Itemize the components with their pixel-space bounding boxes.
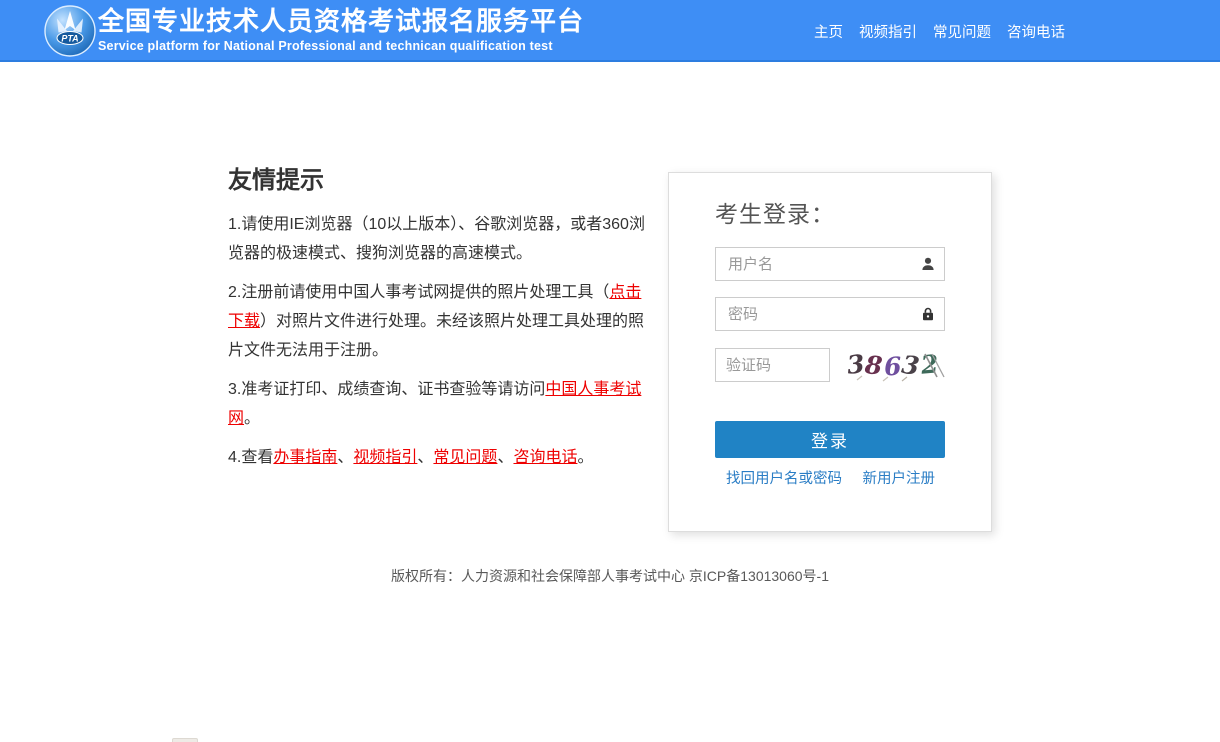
captcha-image[interactable]: 38632 [845,347,945,383]
username-input[interactable] [715,247,945,281]
header-nav: 主页 视频指引 常见问题 咨询电话 [814,0,1065,62]
recover-account-link[interactable]: 找回用户名或密码 [726,467,842,488]
tips-heading: 友情提示 [228,166,650,196]
tip-link[interactable]: 视频指引 [353,449,417,466]
pta-logo[interactable]: PTA [44,5,96,57]
tip-text: 1.请使用IE浏览器（10以上版本）、谷歌浏览器，或者360浏览器的极速模式、搜… [228,216,645,262]
login-links: 找回用户名或密码 新用户注册 [715,467,945,488]
captcha-input[interactable] [715,348,830,382]
app-header: PTA 全国专业技术人员资格考试报名服务平台 Service platform … [0,0,1220,62]
tip-paragraph: 3.准考证打印、成绩查询、证书查验等请访问中国人事考试网。 [228,375,650,433]
tip-paragraph: 1.请使用IE浏览器（10以上版本）、谷歌浏览器，或者360浏览器的极速模式、搜… [228,210,650,268]
login-button[interactable]: 登录 [715,421,945,458]
tip-paragraph: 2.注册前请使用中国人事考试网提供的照片处理工具（点击下载）对照片文件进行处理。… [228,278,650,365]
cutoff-element-fragment [172,738,198,742]
tip-paragraph: 4.查看办事指南、视频指引、常见问题、咨询电话。 [228,443,650,472]
tip-text: 4.查看 [228,449,273,466]
tips-section: 友情提示 1.请使用IE浏览器（10以上版本）、谷歌浏览器，或者360浏览器的极… [228,166,650,482]
page-subtitle: Service platform for National Profession… [98,39,584,53]
tip-link[interactable]: 咨询电话 [513,449,577,466]
footer-copyright: 版权所有：人力资源和社会保障部人事考试中心 京ICP备13013060号-1 [0,568,1220,585]
user-icon [920,256,936,272]
password-input[interactable] [715,297,945,331]
captcha-char: 3 [900,350,922,381]
tip-text: 2.注册前请使用中国人事考试网提供的照片处理工具（ [228,284,609,301]
captcha-chars: 38632 [847,350,939,379]
nav-video-guide[interactable]: 视频指引 [859,21,917,42]
page-title: 全国专业技术人员资格考试报名服务平台 [98,6,584,37]
register-link[interactable]: 新用户注册 [863,467,936,488]
username-field-wrap [715,247,945,281]
captcha-row: 38632 [715,347,945,383]
nav-phone[interactable]: 咨询电话 [1007,21,1065,42]
tip-text: ）对照片文件进行处理。未经该照片处理工具处理的照片文件无法用于注册。 [228,313,644,359]
login-heading: 考生登录： [715,197,945,231]
tip-text: 。 [244,410,260,427]
tip-text: 3.准考证打印、成绩查询、证书查验等请访问 [228,381,545,398]
tip-link[interactable]: 常见问题 [433,449,497,466]
title-block: 全国专业技术人员资格考试报名服务平台 Service platform for … [98,6,584,53]
tips-paragraphs: 1.请使用IE浏览器（10以上版本）、谷歌浏览器，或者360浏览器的极速模式、搜… [228,210,650,472]
nav-faq[interactable]: 常见问题 [933,21,991,42]
pta-logo-icon: PTA [44,5,96,57]
nav-home[interactable]: 主页 [814,21,843,42]
tip-text: 、 [417,449,433,466]
tip-text: 、 [497,449,513,466]
login-panel: 考生登录： 38632 登录 找回用户名或密码 [668,172,992,532]
lock-icon [920,306,936,322]
tip-text: 。 [577,449,593,466]
captcha-char: 2 [919,349,940,379]
password-field-wrap [715,297,945,331]
tip-link[interactable]: 办事指南 [273,449,337,466]
tip-text: 、 [337,449,353,466]
svg-text:PTA: PTA [61,34,78,44]
captcha-char: 8 [864,350,885,380]
